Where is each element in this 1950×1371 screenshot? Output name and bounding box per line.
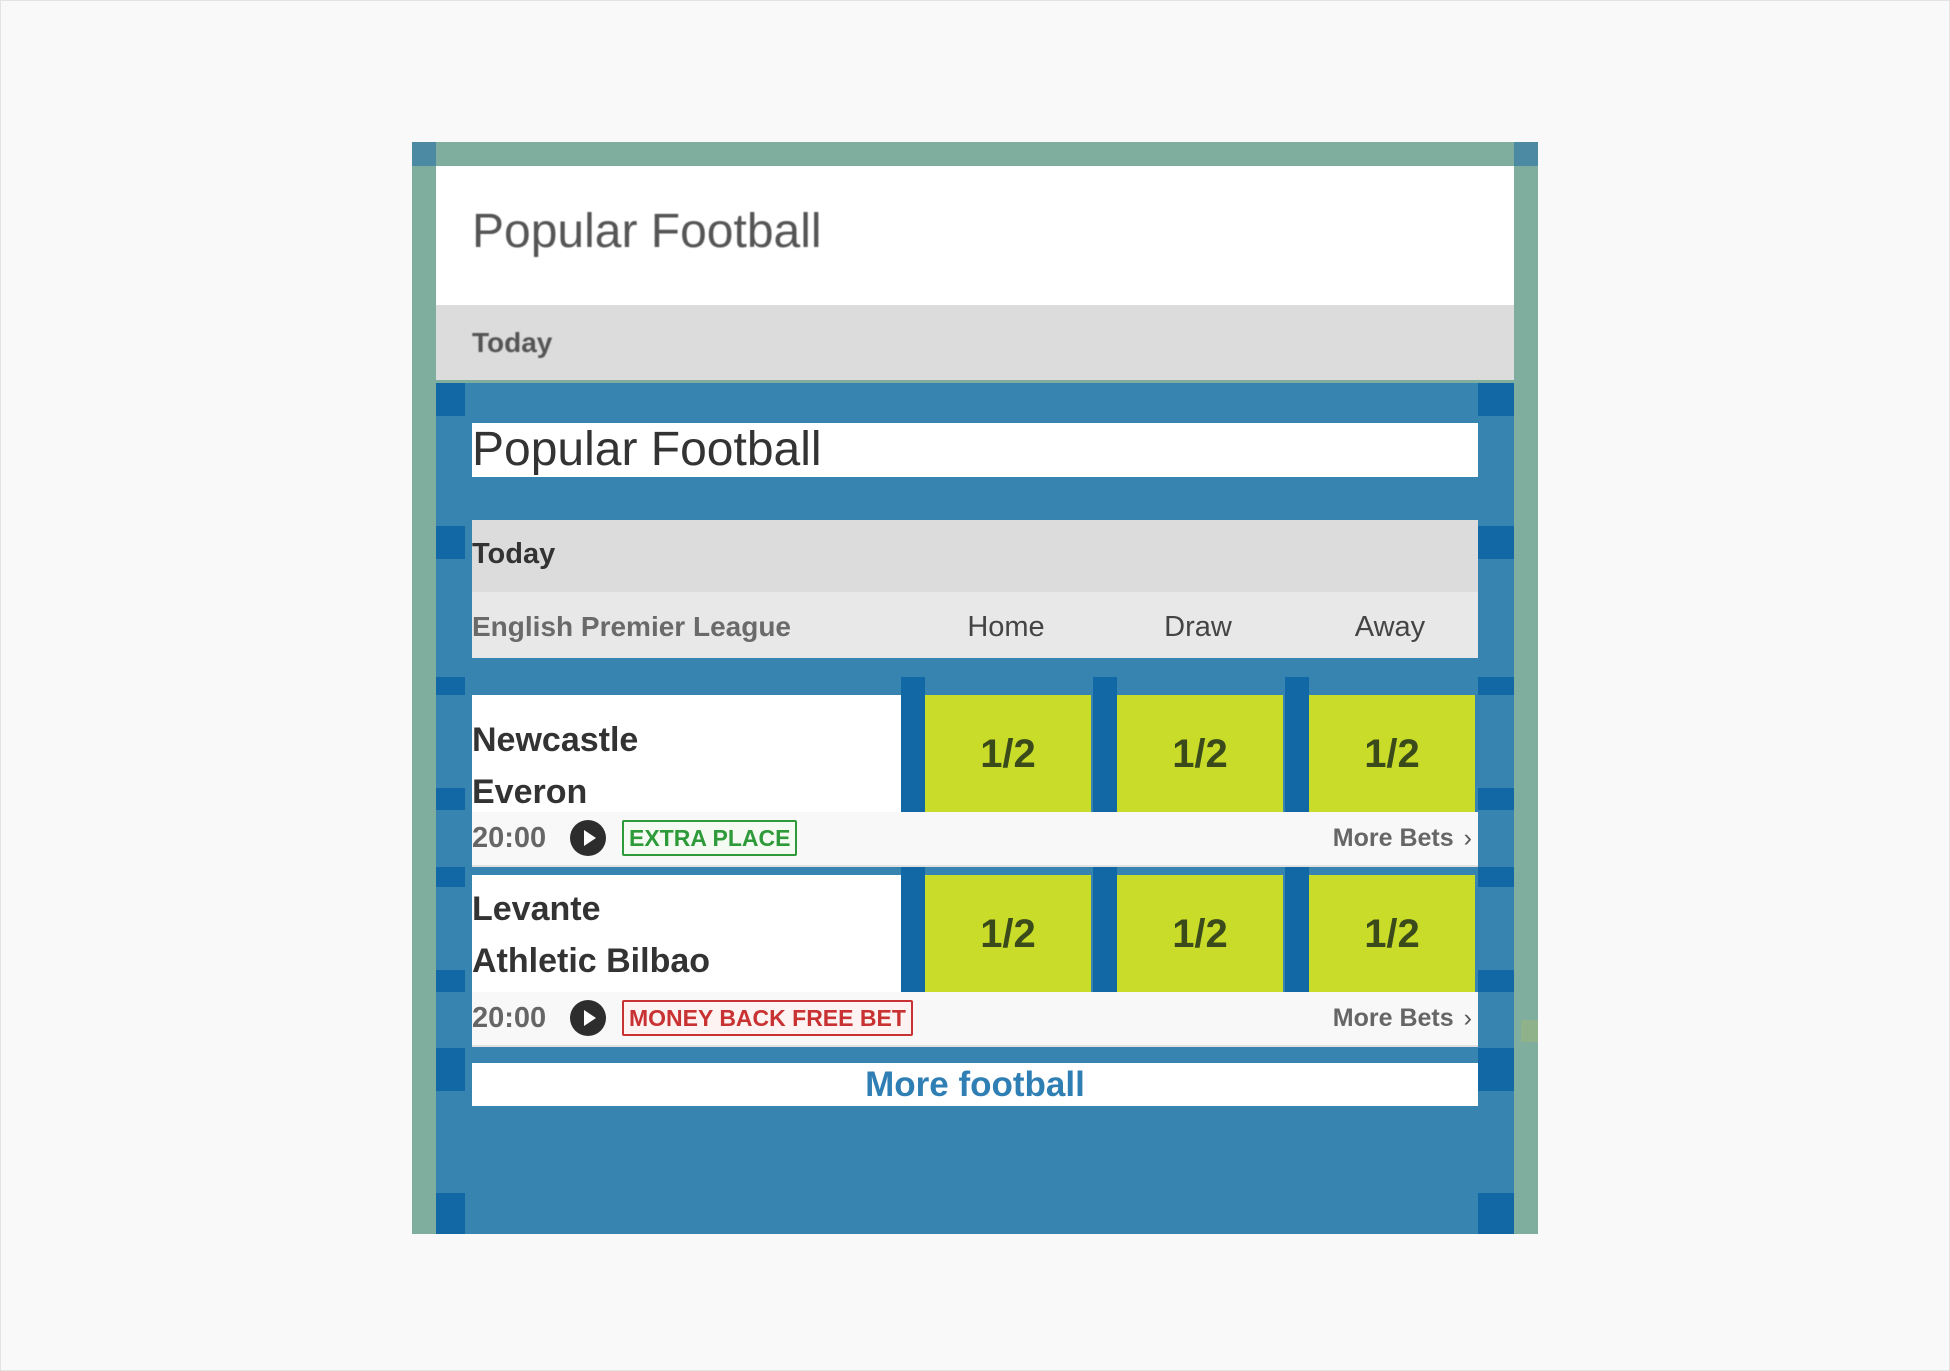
edge-marker: [1521, 1020, 1538, 1042]
column-header-draw: Draw: [1164, 611, 1232, 643]
odds-column-separator: [1285, 867, 1309, 992]
odds-column-separator: [901, 677, 925, 812]
match-teams[interactable]: Levante Athletic Bilbao: [472, 875, 901, 994]
widget-outer-container: Popular Football Today Popular Football …: [412, 142, 1538, 1234]
away-team-name: Athletic Bilbao: [472, 942, 711, 980]
column-header-away: Away: [1354, 611, 1426, 643]
promo-badge: EXTRA PLACE: [622, 820, 798, 856]
odds-button-draw[interactable]: 1/2: [1117, 875, 1283, 994]
away-team-name: Everon: [472, 773, 588, 811]
odds-button-away[interactable]: 1/2: [1309, 875, 1475, 994]
right-gutter: [1478, 383, 1514, 1234]
odds-column-separator: [1093, 677, 1117, 812]
home-team-name: Levante: [472, 890, 601, 928]
play-icon[interactable]: [570, 1000, 606, 1036]
chevron-right-icon: ›: [1463, 824, 1472, 852]
league-name: English Premier League: [472, 611, 791, 642]
match-info-row: 20:00 MONEY BACK FREE BET More Bets ›: [472, 992, 1478, 1047]
kickoff-time: 20:00: [472, 822, 547, 854]
more-bets-label: More Bets: [1332, 1004, 1454, 1032]
panel-title: Popular Football: [472, 423, 822, 476]
match-teams[interactable]: Newcastle Everon: [472, 695, 901, 814]
odds-button-draw[interactable]: 1/2: [1117, 695, 1283, 814]
widget-inner-panel: Popular Football Today English Premier L…: [436, 383, 1514, 1234]
odds-button-home[interactable]: 1/2: [925, 695, 1091, 814]
date-section-label: Today: [472, 327, 553, 358]
more-bets-link[interactable]: More Bets ›: [1333, 1004, 1472, 1033]
page-frame: Popular Football Today Popular Football …: [0, 0, 1950, 1371]
odds-button-home[interactable]: 1/2: [925, 875, 1091, 994]
more-football-link[interactable]: More football: [865, 1065, 1085, 1104]
play-icon[interactable]: [570, 820, 606, 856]
home-team-name: Newcastle: [472, 721, 639, 759]
widget-header: Popular Football: [436, 166, 1514, 305]
promo-badge: MONEY BACK FREE BET: [622, 1000, 913, 1036]
odds-button-away[interactable]: 1/2: [1309, 695, 1475, 814]
more-bets-link[interactable]: More Bets ›: [1333, 824, 1472, 853]
more-football-row: More football: [472, 1063, 1478, 1106]
date-section-header: Today: [436, 305, 1514, 380]
chevron-right-icon: ›: [1463, 1004, 1472, 1032]
odds-column-separator: [1093, 867, 1117, 992]
panel-date-header: Today: [472, 520, 1478, 592]
widget-title: Popular Football: [472, 205, 822, 258]
more-bets-label: More Bets: [1332, 824, 1454, 852]
kickoff-time: 20:00: [472, 1002, 547, 1034]
match-info-row: 20:00 EXTRA PLACE More Bets ›: [472, 812, 1478, 867]
panel-title-row: Popular Football: [472, 423, 1478, 477]
league-header-row: English Premier League Home Draw Away: [472, 592, 1478, 658]
odds-column-separator: [1285, 677, 1309, 812]
left-gutter: [436, 383, 472, 1234]
corner-marker: [1514, 142, 1538, 166]
corner-marker: [412, 142, 436, 166]
column-header-home: Home: [967, 611, 1045, 643]
odds-column-separator: [901, 867, 925, 992]
panel-date-label: Today: [472, 538, 556, 570]
